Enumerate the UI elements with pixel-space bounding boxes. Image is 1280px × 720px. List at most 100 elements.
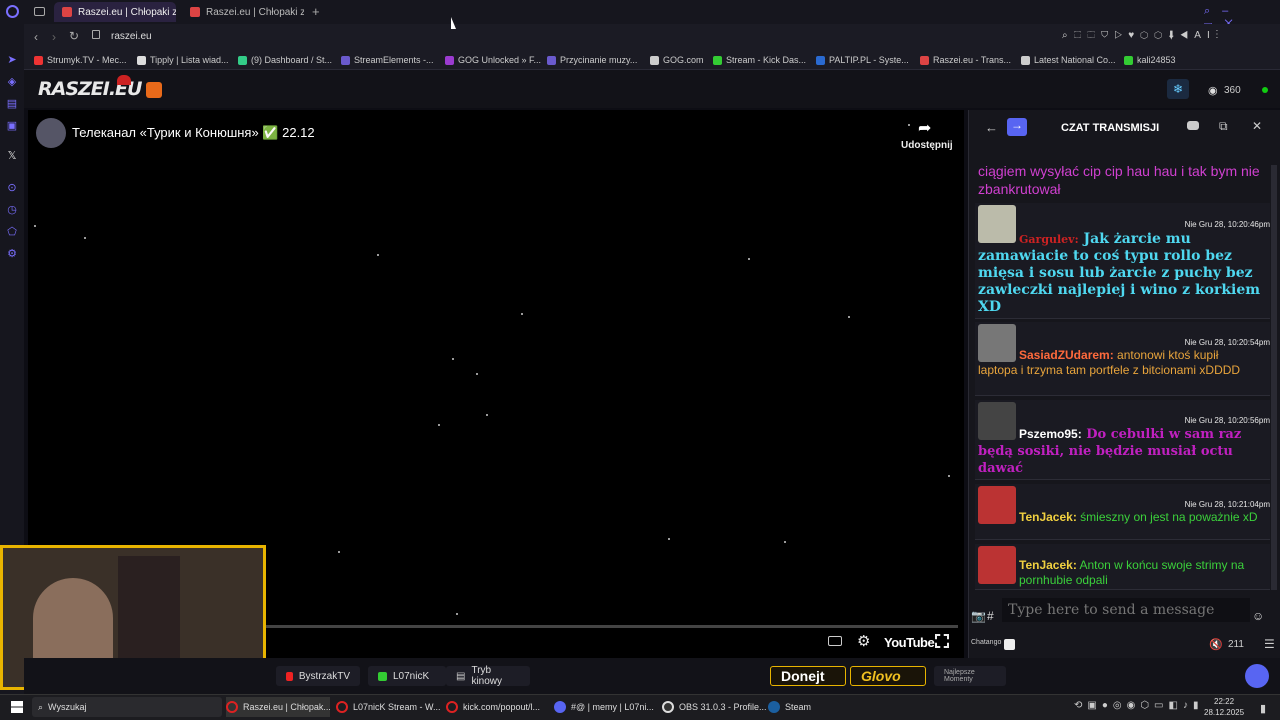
- taskbar-item[interactable]: Raszei.eu | Chłopak...: [226, 697, 330, 717]
- bookmark-item[interactable]: GOG.com: [650, 52, 704, 68]
- tipply-icon[interactable]: [146, 82, 162, 98]
- camera-icon[interactable]: 📷: [971, 609, 986, 623]
- video-title[interactable]: Телеканал «Турик и Конюшня» ✅ 22.12: [72, 125, 315, 141]
- chatango-label[interactable]: Chatango: [971, 639, 1001, 646]
- bookmark-item[interactable]: GOG Unlocked » F...: [445, 52, 541, 68]
- taskbar-item-label: Raszei.eu | Chłopak...: [243, 702, 330, 712]
- sidebar-messenger-icon[interactable]: ▣: [6, 120, 18, 132]
- message-body: Pszemo95: Do cebulki w sam raz będą sosi…: [978, 426, 1263, 477]
- sidebar-ai-icon[interactable]: ◈: [6, 76, 18, 88]
- chat-menu-icon[interactable]: ☰: [1264, 637, 1275, 651]
- fullscreen-icon[interactable]: [935, 634, 949, 648]
- address-bar-row: ‹ › ↻ raszei.eu ⌕⬚⬚⛉▷♥⬡⬡⬇◀AI⋮: [0, 24, 1280, 50]
- new-tab-button[interactable]: +: [312, 4, 320, 19]
- hash-icon[interactable]: #: [987, 609, 994, 623]
- donejt-button[interactable]: Donejt: [770, 666, 846, 686]
- sidebar-chat-icon[interactable]: ▤: [6, 98, 18, 110]
- taskbar-search-label: Wyszukaj: [48, 702, 87, 712]
- chat-back-icon[interactable]: ←: [985, 120, 998, 135]
- discord-float-button[interactable]: [1245, 664, 1269, 688]
- bystrzak-label: BystrzakTV: [298, 670, 350, 682]
- chat-forward-button[interactable]: →: [1007, 118, 1027, 136]
- snowflake: [908, 124, 910, 126]
- snowflake-button[interactable]: ❄: [1167, 79, 1189, 99]
- chat-scrollbar[interactable]: [1271, 165, 1277, 590]
- sidebar-arrow-icon[interactable]: ➤: [6, 54, 18, 66]
- bookmark-item[interactable]: Stream - Kick Das...: [713, 52, 806, 68]
- reload-icon[interactable]: ↻: [69, 29, 79, 43]
- back-icon[interactable]: ‹: [34, 30, 38, 44]
- channel-avatar[interactable]: [36, 118, 66, 148]
- bookmark-item[interactable]: Raszei.eu - Trans...: [920, 52, 1011, 68]
- message-nick[interactable]: TenJacek:: [1019, 558, 1077, 572]
- tray-icons[interactable]: ⟲▣●◎◉⬡▭◧♪▮: [1074, 700, 1203, 711]
- bookmark-item[interactable]: Strumyk.TV - Mec...: [34, 52, 127, 68]
- bookmark-item[interactable]: (9) Dashboard / St...: [238, 52, 332, 68]
- snowflake: [476, 373, 478, 375]
- discord-icon[interactable]: [1187, 121, 1199, 130]
- notification-icon[interactable]: ▮: [1260, 702, 1266, 715]
- youtube-logo[interactable]: YouTube: [884, 635, 935, 650]
- sidebar-play-icon[interactable]: ⊙: [6, 182, 18, 194]
- sidebar-history-icon[interactable]: ◷: [6, 204, 18, 216]
- sidebar-wallet-icon[interactable]: ⬠: [6, 226, 18, 238]
- najlepsze-button[interactable]: Najlepsze Momenty: [934, 666, 1006, 686]
- share-icon[interactable]: ➦: [918, 118, 931, 138]
- lo7nick-button[interactable]: L07nicK: [368, 666, 446, 686]
- sidebar-settings-icon[interactable]: ⚙: [6, 248, 18, 260]
- glovo-button[interactable]: Glovo: [850, 666, 926, 686]
- message-time: Nie Gru 28, 10:20:56pm: [1184, 416, 1270, 425]
- tab-raszei-2[interactable]: Raszei.eu | Chłopaki z Ra: [182, 2, 304, 22]
- clock-time[interactable]: 22:22: [1214, 697, 1234, 706]
- chat-message-input[interactable]: [1002, 598, 1250, 622]
- cinema-mode-button[interactable]: ▤ Tryb kinowy: [446, 665, 530, 687]
- message-nick[interactable]: Gargulev:: [1019, 233, 1079, 246]
- opera-icon: [336, 701, 348, 713]
- forward-icon[interactable]: ›: [52, 30, 56, 44]
- opera-logo-icon[interactable]: [6, 5, 19, 18]
- message-nick[interactable]: TenJacek:: [1019, 510, 1077, 524]
- taskbar-item[interactable]: kick.com/popout/l...: [446, 697, 550, 717]
- bookmark-item[interactable]: Latest National Co...: [1021, 52, 1116, 68]
- message-text: śmieszny on jest na poważnie xD: [1080, 510, 1258, 524]
- bystrzak-button[interactable]: BystrzakTV: [276, 666, 360, 686]
- snowflake: [452, 358, 454, 360]
- mute-icon[interactable]: 🔇: [1209, 638, 1223, 651]
- progress-bar[interactable]: [258, 625, 958, 628]
- bookmark-item[interactable]: kali24853: [1124, 52, 1176, 68]
- taskbar-search[interactable]: ⌕ Wyszukaj: [32, 697, 222, 717]
- chat-message: TenJacek: Anton w końcu swoje strimy na …: [975, 544, 1270, 590]
- popout-icon[interactable]: ⧉: [1219, 119, 1228, 134]
- taskbar-item[interactable]: Steam: [768, 697, 828, 717]
- message-nick[interactable]: SasiadZUdarem:: [1019, 348, 1114, 362]
- bookmark-item[interactable]: StreamElements -...: [341, 52, 434, 68]
- subtitles-icon[interactable]: [828, 636, 842, 646]
- snowflake: [848, 316, 850, 318]
- taskbar-item[interactable]: #@ | memy | L07ni...: [554, 697, 658, 717]
- bookmark-item[interactable]: PALTIP.PL - Syste...: [816, 52, 909, 68]
- bookmark-item[interactable]: Przycinanie muzy...: [547, 52, 637, 68]
- bookmark-favicon-icon: [1124, 55, 1133, 65]
- toolbar-icons[interactable]: ⌕⬚⬚⛉▷♥⬡⬡⬇◀AI⋮: [1062, 30, 1224, 41]
- taskbar-item[interactable]: OBS 31.0.3 - Profile...: [662, 697, 766, 717]
- message-body: TenJacek: Anton w końcu swoje strimy na …: [1019, 558, 1259, 588]
- share-label[interactable]: Udostępnij: [901, 140, 953, 151]
- chat-message: Nie Gru 28, 10:20:46pm Gargulev: Jak żar…: [975, 203, 1270, 319]
- emoji-icon[interactable]: ☺: [1252, 609, 1264, 623]
- taskbar-item[interactable]: L07nicK Stream - W...: [336, 697, 440, 717]
- clock-date[interactable]: 28.12.2025: [1204, 708, 1244, 717]
- settings-gear-icon[interactable]: ⚙: [857, 632, 870, 650]
- message-nick[interactable]: Pszemo95:: [1019, 427, 1082, 441]
- bookmark-label: GOG Unlocked » F...: [458, 55, 542, 65]
- sidebar-x-icon[interactable]: 𝕏: [6, 150, 18, 162]
- address-input[interactable]: raszei.eu: [111, 31, 152, 42]
- tab-menu-icon[interactable]: [34, 7, 45, 16]
- bookmark-favicon-icon: [238, 55, 247, 65]
- santa-hat-icon: [117, 75, 131, 85]
- bookmark-item[interactable]: Tipply | Lista wiad...: [137, 52, 229, 68]
- chat-close-icon[interactable]: ✕: [1252, 119, 1262, 133]
- lo7nick-label: L07nicK: [393, 670, 430, 682]
- tab-raszei-active[interactable]: Raszei.eu | Chłopaki z Ra: [54, 2, 176, 22]
- message-body: TenJacek: śmieszny on jest na poważnie x…: [1019, 510, 1259, 525]
- windows-start-icon[interactable]: [11, 701, 23, 713]
